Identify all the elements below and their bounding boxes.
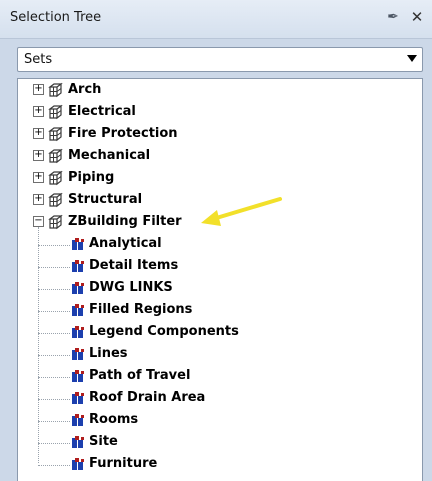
tree-mode-dropdown[interactable]: Sets	[17, 47, 423, 72]
dropdown-selected-value: Sets	[24, 52, 53, 67]
close-icon[interactable]: ✕	[408, 8, 426, 26]
selection-tree-panel[interactable]: + Arch + Electrical + Fire Protection + …	[17, 78, 423, 481]
pin-icon[interactable]: ✒	[384, 8, 402, 26]
title-bar: Selection Tree ✒ ✕	[0, 0, 432, 39]
chevron-down-icon[interactable]	[407, 55, 417, 62]
window-title: Selection Tree	[10, 10, 102, 25]
annotation-arrow-icon	[201, 197, 282, 226]
